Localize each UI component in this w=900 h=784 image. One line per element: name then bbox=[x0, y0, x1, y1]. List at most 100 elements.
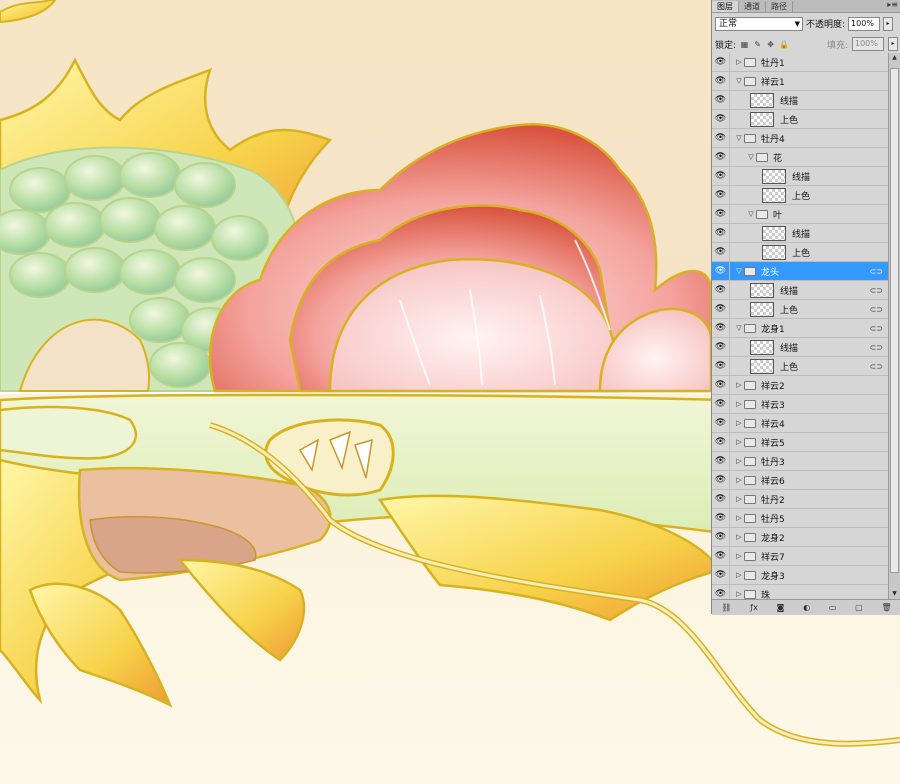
layer-row[interactable]: 👁 ▷ 珠 bbox=[712, 585, 888, 599]
lock-pixels-icon[interactable]: ✎ bbox=[753, 40, 762, 49]
layer-row[interactable]: 👁 ▽ 花 bbox=[712, 148, 888, 167]
lock-all-icon[interactable]: 🔒 bbox=[779, 40, 789, 49]
layer-row[interactable]: 👁 ▷ 牡丹1 bbox=[712, 53, 888, 72]
layer-row[interactable]: 👁 ▽ 龙身1 ⊂⊃ bbox=[712, 319, 888, 338]
layer-row[interactable]: 👁 ▷ 祥云7 bbox=[712, 547, 888, 566]
expand-closed-icon[interactable]: ▷ bbox=[734, 400, 744, 408]
layer-row[interactable]: 👁 ▽ 祥云1 bbox=[712, 72, 888, 91]
blend-mode-select[interactable]: 正常 ▼ bbox=[715, 16, 803, 31]
expand-closed-icon[interactable]: ▷ bbox=[734, 381, 744, 389]
expand-open-icon[interactable]: ▽ bbox=[734, 77, 744, 85]
layer-row[interactable]: 👁 ▷ 祥云6 bbox=[712, 471, 888, 490]
lock-transparency-icon[interactable]: ▦ bbox=[740, 40, 749, 49]
eye-icon[interactable]: 👁 bbox=[712, 186, 730, 204]
layer-row[interactable]: 👁 线描 bbox=[712, 91, 888, 110]
eye-icon[interactable]: 👁 bbox=[712, 53, 730, 71]
eye-icon[interactable]: 👁 bbox=[712, 433, 730, 451]
eye-icon[interactable]: 👁 bbox=[712, 357, 730, 375]
expand-closed-icon[interactable]: ▷ bbox=[734, 457, 744, 465]
layer-row[interactable]: 👁 上色 bbox=[712, 110, 888, 129]
expand-closed-icon[interactable]: ▷ bbox=[734, 495, 744, 503]
eye-icon[interactable]: 👁 bbox=[712, 243, 730, 261]
eye-icon[interactable]: 👁 bbox=[712, 129, 730, 147]
expand-open-icon[interactable]: ▽ bbox=[734, 324, 744, 332]
expand-closed-icon[interactable]: ▷ bbox=[734, 419, 744, 427]
link-layers-icon[interactable]: ⛓ bbox=[721, 603, 731, 612]
eye-icon[interactable]: 👁 bbox=[712, 262, 730, 280]
eye-icon[interactable]: 👁 bbox=[712, 205, 730, 223]
expand-closed-icon[interactable]: ▷ bbox=[734, 571, 744, 579]
layer-row[interactable]: 👁 上色 bbox=[712, 243, 888, 262]
expand-open-icon[interactable]: ▽ bbox=[734, 134, 744, 142]
eye-icon[interactable]: 👁 bbox=[712, 395, 730, 413]
layer-row[interactable]: 👁 ▷ 龙身2 bbox=[712, 528, 888, 547]
eye-icon[interactable]: 👁 bbox=[712, 148, 730, 166]
layer-row[interactable]: 👁 上色 bbox=[712, 186, 888, 205]
tab-layers[interactable]: 图层 bbox=[712, 1, 739, 12]
eye-icon[interactable]: 👁 bbox=[712, 490, 730, 508]
opacity-input[interactable]: 100% bbox=[848, 16, 881, 31]
layer-row[interactable]: 👁 ▷ 祥云3 bbox=[712, 395, 888, 414]
eye-icon[interactable]: 👁 bbox=[712, 91, 730, 109]
eye-icon[interactable]: 👁 bbox=[712, 300, 730, 318]
fx-icon[interactable]: ƒx bbox=[750, 603, 758, 612]
expand-closed-icon[interactable]: ▷ bbox=[734, 438, 744, 446]
layer-row[interactable]: 👁 ▷ 祥云2 bbox=[712, 376, 888, 395]
expand-open-icon[interactable]: ▽ bbox=[746, 153, 756, 161]
layer-row[interactable]: 👁 ▷ 祥云5 bbox=[712, 433, 888, 452]
expand-closed-icon[interactable]: ▷ bbox=[734, 58, 744, 66]
delete-layer-icon[interactable]: 🗑 bbox=[881, 603, 891, 612]
expand-closed-icon[interactable]: ▷ bbox=[734, 514, 744, 522]
expand-closed-icon[interactable]: ▷ bbox=[734, 533, 744, 541]
eye-icon[interactable]: 👁 bbox=[712, 338, 730, 356]
eye-icon[interactable]: 👁 bbox=[712, 110, 730, 128]
eye-icon[interactable]: 👁 bbox=[712, 452, 730, 470]
eye-icon[interactable]: 👁 bbox=[712, 471, 730, 489]
layer-row[interactable]: 👁 ▽ 牡丹4 bbox=[712, 129, 888, 148]
tab-paths[interactable]: 路径 bbox=[766, 1, 793, 12]
expand-open-icon[interactable]: ▽ bbox=[734, 267, 744, 275]
eye-icon[interactable]: 👁 bbox=[712, 509, 730, 527]
layer-row[interactable]: 👁 ▷ 祥云4 bbox=[712, 414, 888, 433]
layer-row[interactable]: 👁 ▽ 龙头 ⊂⊃ bbox=[712, 262, 888, 281]
eye-icon[interactable]: 👁 bbox=[712, 566, 730, 584]
eye-icon[interactable]: 👁 bbox=[712, 319, 730, 337]
layer-row[interactable]: 👁 ▷ 牡丹5 bbox=[712, 509, 888, 528]
layer-row[interactable]: 👁 线描 ⊂⊃ bbox=[712, 338, 888, 357]
layer-row[interactable]: 👁 上色 ⊂⊃ bbox=[712, 357, 888, 376]
new-group-icon[interactable]: ▭ bbox=[829, 603, 837, 612]
expand-closed-icon[interactable]: ▷ bbox=[734, 552, 744, 560]
eye-icon[interactable]: 👁 bbox=[712, 528, 730, 546]
layer-row[interactable]: 👁 ▽ 叶 bbox=[712, 205, 888, 224]
new-layer-icon[interactable]: ▢ bbox=[855, 603, 863, 612]
layer-row[interactable]: 👁 线描 ⊂⊃ bbox=[712, 281, 888, 300]
scroll-up-icon[interactable]: ▲ bbox=[889, 53, 900, 63]
eye-icon[interactable]: 👁 bbox=[712, 281, 730, 299]
layer-row[interactable]: 👁 ▷ 牡丹2 bbox=[712, 490, 888, 509]
expand-open-icon[interactable]: ▽ bbox=[746, 210, 756, 218]
eye-icon[interactable]: 👁 bbox=[712, 376, 730, 394]
layers-scrollbar[interactable]: ▲ ▼ bbox=[888, 53, 900, 599]
adjustment-layer-icon[interactable]: ◐ bbox=[803, 603, 810, 612]
eye-icon[interactable]: 👁 bbox=[712, 547, 730, 565]
fill-slider-toggle-icon[interactable]: ▸ bbox=[888, 37, 898, 51]
eye-icon[interactable]: 👁 bbox=[712, 72, 730, 90]
lock-position-icon[interactable]: ✥ bbox=[766, 40, 775, 49]
opacity-slider-toggle-icon[interactable]: ▸ bbox=[883, 16, 894, 31]
scroll-thumb[interactable] bbox=[890, 68, 899, 573]
fill-input[interactable]: 100% bbox=[852, 37, 884, 51]
layer-row[interactable]: 👁 线描 bbox=[712, 224, 888, 243]
eye-icon[interactable]: 👁 bbox=[712, 167, 730, 185]
eye-icon[interactable]: 👁 bbox=[712, 585, 730, 599]
layer-row[interactable]: 👁 ▷ 龙身3 bbox=[712, 566, 888, 585]
panel-menu-icon[interactable]: ▸≡ bbox=[887, 0, 898, 9]
eye-icon[interactable]: 👁 bbox=[712, 224, 730, 242]
layer-row[interactable]: 👁 ▷ 牡丹3 bbox=[712, 452, 888, 471]
layer-row[interactable]: 👁 上色 ⊂⊃ bbox=[712, 300, 888, 319]
layer-mask-icon[interactable]: ◙ bbox=[777, 603, 785, 612]
expand-closed-icon[interactable]: ▷ bbox=[734, 590, 744, 598]
expand-closed-icon[interactable]: ▷ bbox=[734, 476, 744, 484]
scroll-down-icon[interactable]: ▼ bbox=[889, 589, 900, 599]
tab-channels[interactable]: 通道 bbox=[739, 1, 766, 12]
eye-icon[interactable]: 👁 bbox=[712, 414, 730, 432]
